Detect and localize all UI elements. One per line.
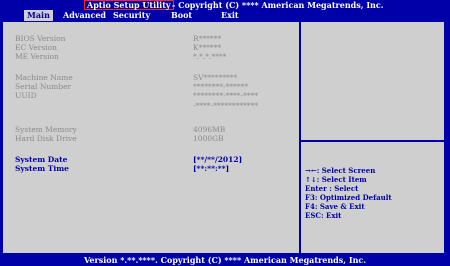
tab-main[interactable]: Main bbox=[24, 10, 53, 21]
system-date-value[interactable]: [**/**/2012] bbox=[193, 155, 242, 164]
title-bar: Aptio Setup Utility - Copyright (C) ****… bbox=[0, 0, 450, 10]
help-pane: →←: Select Screen ↑↓: Select Item Enter … bbox=[299, 22, 446, 253]
help-enter-select: Enter : Select bbox=[305, 184, 359, 193]
footer-version: Version *.**.****. Copyright (C) **** Am… bbox=[0, 254, 450, 266]
serial-number-label: Serial Number bbox=[15, 82, 72, 91]
system-memory-value: 4096MB bbox=[193, 125, 226, 134]
tab-boot[interactable]: Boot bbox=[168, 10, 195, 21]
tab-exit[interactable]: Exit bbox=[218, 10, 242, 21]
system-time-label: System Time bbox=[15, 164, 69, 173]
help-save-exit: F4: Save & Exit bbox=[305, 202, 365, 211]
ec-version-value: K****** bbox=[193, 43, 222, 52]
uuid-label: UUID bbox=[15, 91, 37, 100]
uuid-value-continued: -****-************ bbox=[193, 101, 259, 110]
help-optimized-default: F3: Optimized Default bbox=[305, 193, 392, 202]
help-select-item: ↑↓: Select Item bbox=[305, 175, 367, 184]
me-version-label: ME Version bbox=[15, 52, 59, 61]
help-divider bbox=[301, 140, 446, 142]
machine-name-value: SV********* bbox=[193, 73, 238, 82]
bios-version-label: BIOS Version bbox=[15, 34, 66, 43]
serial-number-value: ********-****** bbox=[193, 82, 249, 91]
system-date-label: System Date bbox=[15, 155, 68, 164]
machine-name-label: Machine Name bbox=[15, 73, 73, 82]
uuid-value: ********-****-**** bbox=[193, 91, 259, 100]
hard-disk-label: Hard Disk Drive bbox=[15, 134, 77, 143]
hard-disk-value: 1000GB bbox=[193, 134, 224, 143]
bios-version-value: R****** bbox=[193, 34, 222, 43]
app-title: Aptio Setup Utility bbox=[84, 0, 174, 10]
title-copyright: - Copyright (C) **** American Megatrends… bbox=[172, 0, 384, 10]
settings-pane: BIOS Version R****** EC Version K****** … bbox=[3, 22, 295, 253]
help-esc-exit: ESC: Exit bbox=[305, 211, 342, 220]
menu-bar: Main Advanced Security Boot Exit bbox=[0, 10, 450, 21]
system-memory-label: System Memory bbox=[15, 125, 77, 134]
help-select-screen: →←: Select Screen bbox=[305, 166, 376, 175]
tab-security[interactable]: Security bbox=[110, 10, 153, 21]
main-panel: BIOS Version R****** EC Version K****** … bbox=[2, 21, 446, 254]
bios-screen: Aptio Setup Utility - Copyright (C) ****… bbox=[0, 0, 450, 266]
system-time-value[interactable]: [**:**:**] bbox=[193, 164, 229, 173]
tab-advanced[interactable]: Advanced bbox=[60, 10, 109, 21]
ec-version-label: EC Version bbox=[15, 43, 57, 52]
me-version-value: *.*.*.**** bbox=[193, 52, 227, 61]
